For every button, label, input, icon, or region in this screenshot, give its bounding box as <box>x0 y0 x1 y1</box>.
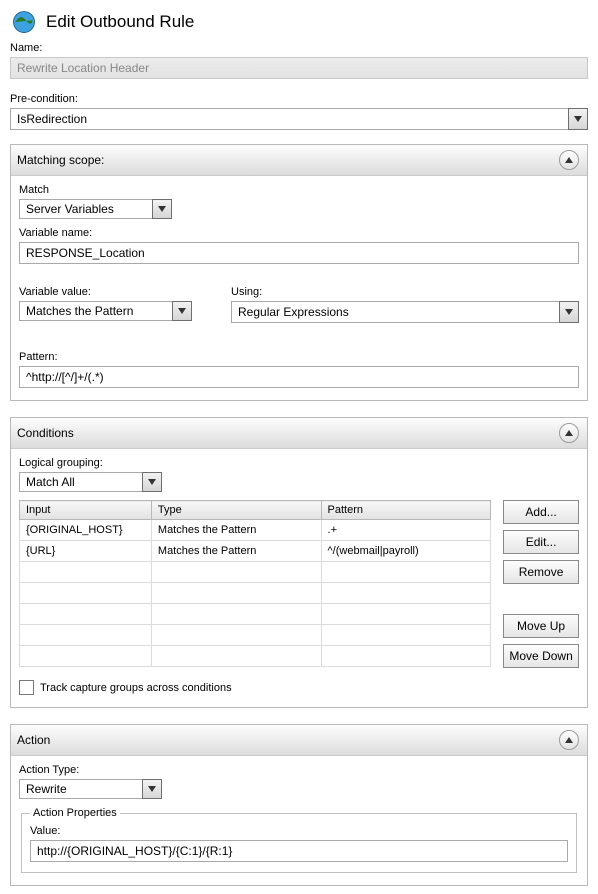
variable-value-value: Matches the Pattern <box>19 301 172 321</box>
matching-scope-title: Matching scope: <box>17 153 104 167</box>
table-row[interactable] <box>20 625 491 646</box>
globe-icon <box>10 8 38 36</box>
table-row[interactable] <box>20 604 491 625</box>
move-up-button[interactable]: Move Up <box>503 614 579 638</box>
logical-grouping-select[interactable]: Match All <box>19 472 162 492</box>
table-header-type[interactable]: Type <box>151 501 321 520</box>
action-type-label: Action Type: <box>19 764 579 776</box>
action-value-label: Value: <box>30 825 568 837</box>
name-label: Name: <box>10 42 588 54</box>
variable-name-input[interactable] <box>19 242 579 264</box>
using-select[interactable]: Regular Expressions <box>231 301 579 323</box>
dropdown-icon[interactable] <box>568 108 588 130</box>
collapse-button[interactable] <box>559 423 579 443</box>
table-row[interactable] <box>20 646 491 667</box>
action-type-select[interactable]: Rewrite <box>19 779 162 799</box>
match-select[interactable]: Server Variables <box>19 199 172 219</box>
precondition-label: Pre-condition: <box>10 93 588 105</box>
match-value: Server Variables <box>19 199 152 219</box>
name-field: Rewrite Location Header <box>10 57 588 79</box>
action-type-value: Rewrite <box>19 779 142 799</box>
move-down-button[interactable]: Move Down <box>503 644 579 668</box>
action-panel: Action Action Type: Rewrite Action Prope… <box>10 724 588 886</box>
collapse-button[interactable] <box>559 730 579 750</box>
logical-grouping-value: Match All <box>19 472 142 492</box>
collapse-button[interactable] <box>559 150 579 170</box>
match-label: Match <box>19 184 579 196</box>
table-header-pattern[interactable]: Pattern <box>321 501 491 520</box>
pattern-label: Pattern: <box>19 351 579 363</box>
conditions-title: Conditions <box>17 426 74 440</box>
table-row[interactable] <box>20 583 491 604</box>
dropdown-icon[interactable] <box>142 779 162 799</box>
table-row[interactable] <box>20 562 491 583</box>
conditions-panel: Conditions Logical grouping: Match All I… <box>10 417 588 708</box>
table-header-input[interactable]: Input <box>20 501 152 520</box>
dropdown-icon[interactable] <box>172 301 192 321</box>
track-capture-checkbox[interactable] <box>19 680 34 695</box>
conditions-table[interactable]: Input Type Pattern {ORIGINAL_HOST} Match… <box>19 500 491 667</box>
variable-value-select[interactable]: Matches the Pattern <box>19 301 192 321</box>
add-button[interactable]: Add... <box>503 500 579 524</box>
using-label: Using: <box>231 286 579 298</box>
precondition-value: IsRedirection <box>10 108 568 130</box>
table-row[interactable]: {ORIGINAL_HOST} Matches the Pattern .+ <box>20 520 491 541</box>
pattern-input[interactable] <box>19 366 579 388</box>
using-value: Regular Expressions <box>231 301 559 323</box>
action-title: Action <box>17 733 50 747</box>
action-properties-legend: Action Properties <box>30 807 120 819</box>
matching-scope-panel: Matching scope: Match Server Variables V… <box>10 144 588 401</box>
table-row[interactable]: {URL} Matches the Pattern ^/(webmail|pay… <box>20 541 491 562</box>
variable-name-label: Variable name: <box>19 227 579 239</box>
action-value-input[interactable] <box>30 840 568 862</box>
logical-grouping-label: Logical grouping: <box>19 457 579 469</box>
track-capture-label: Track capture groups across conditions <box>40 682 232 694</box>
action-properties-fieldset: Action Properties Value: <box>21 807 577 873</box>
dropdown-icon[interactable] <box>152 199 172 219</box>
variable-value-label: Variable value: <box>19 286 199 298</box>
edit-button[interactable]: Edit... <box>503 530 579 554</box>
dropdown-icon[interactable] <box>142 472 162 492</box>
page-title: Edit Outbound Rule <box>46 12 194 32</box>
remove-button[interactable]: Remove <box>503 560 579 584</box>
dropdown-icon[interactable] <box>559 301 579 323</box>
precondition-select[interactable]: IsRedirection <box>10 108 588 130</box>
